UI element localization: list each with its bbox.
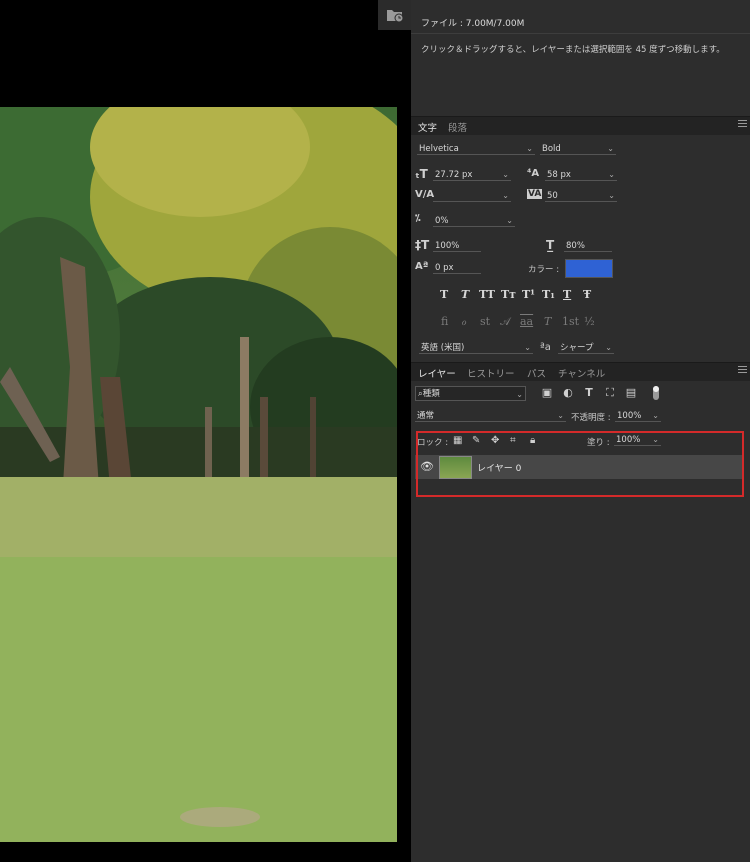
baseline-shift-field[interactable]: 0 px bbox=[433, 262, 481, 274]
subscript-button[interactable]: T₁ bbox=[542, 288, 555, 301]
filter-shape-icon[interactable]: ⛶ bbox=[604, 387, 616, 398]
tab-history[interactable]: ヒストリー bbox=[467, 366, 515, 380]
font-family-dropdown[interactable]: Helvetica ⌄ bbox=[417, 143, 535, 155]
chevron-down-icon: ⌄ bbox=[608, 170, 615, 179]
info-hint-text: クリック＆ドラッグすると、レイヤーまたは選択範囲を 45 度ずつ移動します。 bbox=[421, 45, 725, 55]
superscript-button[interactable]: T¹ bbox=[522, 288, 535, 301]
titling-alternates-button[interactable]: T bbox=[544, 315, 551, 328]
document-info-icon[interactable] bbox=[378, 0, 411, 30]
tab-paths[interactable]: パス bbox=[527, 366, 546, 380]
chevron-down-icon: ⌄ bbox=[557, 411, 564, 420]
info-strip bbox=[411, 0, 750, 9]
ordinals-button[interactable]: 1st bbox=[562, 315, 579, 328]
vertical-scale-field[interactable]: 100% bbox=[433, 240, 481, 252]
discretionary-ligature-button[interactable]: st bbox=[480, 315, 490, 328]
tab-paragraph[interactable]: 段落 bbox=[448, 120, 467, 134]
tab-channels[interactable]: チャンネル bbox=[558, 366, 605, 380]
tracking-field[interactable]: 50 ⌄ bbox=[545, 190, 617, 202]
tab-character[interactable]: 文字 bbox=[418, 120, 437, 134]
swash-button[interactable]: 𝒜 bbox=[500, 315, 510, 329]
chevron-down-icon: ⌄ bbox=[506, 216, 513, 225]
all-caps-button[interactable]: TT bbox=[479, 288, 495, 301]
filter-smart-object-icon[interactable]: ▤ bbox=[625, 387, 637, 398]
horizontal-scale-value: 80% bbox=[566, 241, 585, 251]
filter-pixel-icon[interactable]: ▣ bbox=[541, 387, 553, 398]
panel-menu-icon[interactable] bbox=[738, 120, 747, 128]
chevron-down-icon: ⌄ bbox=[526, 144, 533, 153]
opacity-value: 100% bbox=[617, 411, 642, 421]
chevron-down-icon: ⌄ bbox=[607, 144, 614, 153]
filter-kind-value: 種類 bbox=[422, 389, 440, 399]
tsume-field[interactable]: 0% ⌄ bbox=[433, 215, 515, 227]
font-size-icon: ₜT bbox=[415, 167, 428, 181]
character-panel-tabbar: 文字 段落 bbox=[411, 116, 750, 135]
horizontal-scale-field[interactable]: 80% bbox=[564, 240, 612, 252]
strikethrough-button[interactable]: Ŧ bbox=[583, 288, 591, 301]
file-size-text: ファイル : 7.00M/7.00M bbox=[421, 19, 525, 29]
blend-mode-dropdown[interactable]: 通常 ⌄ bbox=[415, 410, 566, 422]
layer-filter-dropdown[interactable]: ⌕種類 ⌄ bbox=[415, 386, 526, 401]
canvas-photo bbox=[0, 107, 397, 842]
opacity-label: 不透明度 : bbox=[571, 413, 611, 423]
font-size-field[interactable]: 27.72 px ⌄ bbox=[433, 169, 511, 181]
text-color-swatch[interactable] bbox=[565, 259, 613, 278]
folder-clock-icon bbox=[386, 10, 403, 23]
vertical-scale-icon: ‡T bbox=[415, 238, 430, 252]
leading-icon: ⁴A bbox=[527, 168, 540, 179]
chevron-down-icon: ⌄ bbox=[516, 390, 523, 399]
tracking-icon: VA bbox=[527, 189, 543, 199]
antialias-value: シャープ bbox=[560, 343, 594, 353]
tab-layers[interactable]: レイヤー bbox=[418, 366, 456, 380]
tracking-value: 50 bbox=[547, 191, 558, 201]
opacity-field[interactable]: 100% ⌄ bbox=[615, 410, 661, 422]
antialias-icon: ªa bbox=[540, 342, 551, 353]
underline-button[interactable]: T bbox=[563, 288, 571, 301]
chevron-down-icon: ⌄ bbox=[502, 191, 509, 200]
baseline-shift-value: 0 px bbox=[435, 263, 454, 273]
blend-mode-value: 通常 bbox=[417, 411, 435, 421]
ligature-button[interactable]: ﬁ bbox=[441, 315, 448, 328]
faux-italic-button[interactable]: T bbox=[461, 288, 469, 301]
chevron-down-icon: ⌄ bbox=[502, 170, 509, 179]
tsume-value: 0% bbox=[435, 216, 449, 226]
kerning-icon: V/A bbox=[415, 189, 435, 200]
baseline-shift-icon: Aª bbox=[415, 261, 429, 272]
divider bbox=[411, 33, 750, 34]
filter-type-icon[interactable]: T bbox=[583, 387, 595, 398]
antialias-dropdown[interactable]: シャープ ⌄ bbox=[558, 342, 614, 354]
filter-toggle-icon[interactable] bbox=[653, 386, 659, 400]
font-style-value: Bold bbox=[542, 144, 561, 154]
chevron-down-icon: ⌄ bbox=[524, 343, 531, 352]
small-caps-button[interactable]: Tт bbox=[501, 288, 516, 301]
tsume-icon: ⁒ bbox=[415, 213, 421, 224]
language-value: 英語 (米国) bbox=[421, 343, 465, 353]
language-dropdown[interactable]: 英語 (米国) ⌄ bbox=[419, 342, 533, 354]
chevron-down-icon: ⌄ bbox=[608, 191, 615, 200]
chevron-down-icon: ⌄ bbox=[652, 411, 659, 420]
chevron-down-icon: ⌄ bbox=[605, 343, 612, 352]
faux-bold-button[interactable]: T bbox=[440, 288, 448, 301]
layers-panel-menu-icon[interactable] bbox=[738, 366, 747, 374]
highlight-box bbox=[416, 431, 744, 497]
leading-value: 58 px bbox=[547, 170, 571, 180]
document-canvas[interactable] bbox=[0, 0, 411, 862]
font-style-dropdown[interactable]: Bold ⌄ bbox=[540, 143, 616, 155]
layers-panel-tabbar: レイヤー ヒストリー パス チャンネル bbox=[411, 362, 750, 381]
horizontal-scale-icon: T̲ bbox=[546, 238, 555, 252]
leading-field[interactable]: 58 px ⌄ bbox=[545, 169, 617, 181]
alternate-ligature-button[interactable]: ℴ bbox=[461, 315, 466, 328]
stylistic-alternates-button[interactable]: aa bbox=[520, 315, 533, 328]
kerning-field[interactable]: ⌄ bbox=[433, 190, 511, 202]
font-family-value: Helvetica bbox=[419, 144, 459, 154]
filter-adjustment-icon[interactable]: ◐ bbox=[562, 387, 574, 398]
color-label: カラー : bbox=[528, 265, 560, 275]
fractions-button[interactable]: ½ bbox=[584, 315, 595, 328]
font-size-value: 27.72 px bbox=[435, 170, 473, 180]
vertical-scale-value: 100% bbox=[435, 241, 460, 251]
